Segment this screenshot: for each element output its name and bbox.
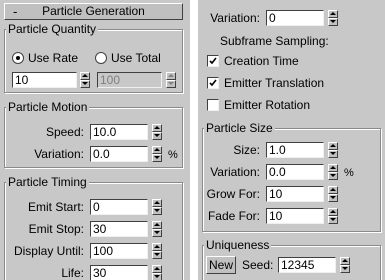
seed-spinner[interactable] xyxy=(340,257,350,273)
fade-for-spinner[interactable] xyxy=(328,208,338,224)
seed-label: Seed: xyxy=(242,258,274,272)
seed-input[interactable]: 12345 xyxy=(278,257,336,273)
spinner-down-icon[interactable] xyxy=(152,229,162,237)
motion-variation-unit: % xyxy=(168,149,178,161)
size-variation-unit: % xyxy=(344,167,354,179)
particle-generation-panel: - Particle Generation Particle Quantity … xyxy=(0,0,190,280)
life-input[interactable]: 30 xyxy=(90,265,148,280)
speed-input[interactable]: 10.0 xyxy=(90,124,148,140)
display-until-input[interactable]: 100 xyxy=(90,243,148,259)
spinner-up-icon[interactable] xyxy=(340,257,350,265)
spinner-up-icon[interactable] xyxy=(328,10,338,18)
spinner-up-icon[interactable] xyxy=(152,124,162,132)
timing-variation-spinner[interactable] xyxy=(328,10,338,26)
emitter-rotation-checkbox[interactable] xyxy=(207,99,219,111)
emitter-translation-label: Emitter Translation xyxy=(224,76,325,90)
life-spinner[interactable] xyxy=(152,265,162,280)
particle-timing-legend: Particle Timing xyxy=(6,175,89,189)
motion-variation-spinner[interactable] xyxy=(152,146,162,162)
use-total-label: Use Total xyxy=(111,51,161,65)
grow-for-input[interactable]: 10 xyxy=(266,186,324,202)
motion-variation-input[interactable]: 0.0 xyxy=(90,146,148,162)
spinner-up-icon[interactable] xyxy=(152,199,162,207)
particle-generation-panel-continued: Variation: 0 Subframe Sampling: Creation… xyxy=(198,0,385,280)
total-input[interactable]: 100 xyxy=(97,72,162,88)
new-seed-button[interactable]: New xyxy=(206,256,236,274)
display-until-spinner[interactable] xyxy=(152,243,162,259)
spinner-down-icon[interactable] xyxy=(152,154,162,162)
spinner-up-icon[interactable] xyxy=(328,208,338,216)
total-spinner[interactable] xyxy=(166,72,176,88)
speed-label: Speed: xyxy=(45,125,84,139)
display-until-label: Display Until: xyxy=(13,244,84,258)
creation-time-label: Creation Time xyxy=(224,54,299,68)
fade-for-label: Fade For: xyxy=(207,209,260,223)
size-variation-label: Variation: xyxy=(210,165,260,179)
use-total-radio[interactable] xyxy=(95,52,107,64)
emit-stop-input[interactable]: 30 xyxy=(90,221,148,237)
creation-time-checkbox[interactable] xyxy=(207,55,219,67)
emitter-translation-checkbox[interactable] xyxy=(207,77,219,89)
spinner-down-icon[interactable] xyxy=(328,172,338,180)
rollout-collapse-icon[interactable]: - xyxy=(13,4,17,19)
subframe-sampling-label: Subframe Sampling: xyxy=(220,34,329,48)
size-input[interactable]: 1.0 xyxy=(266,142,324,158)
timing-variation-input[interactable]: 0 xyxy=(266,10,324,26)
rollout-header-particle-generation[interactable]: - Particle Generation xyxy=(4,3,183,20)
emitter-rotation-label: Emitter Rotation xyxy=(224,98,311,112)
motion-variation-label: Variation: xyxy=(34,147,84,161)
size-spinner[interactable] xyxy=(328,142,338,158)
timing-variation-label: Variation: xyxy=(210,11,260,25)
life-label: Life: xyxy=(61,266,84,280)
emit-start-label: Emit Start: xyxy=(27,200,84,214)
spinner-down-icon[interactable] xyxy=(152,132,162,140)
spinner-up-icon[interactable] xyxy=(328,164,338,172)
emit-start-input[interactable]: 0 xyxy=(90,199,148,215)
spinner-down-icon[interactable] xyxy=(152,207,162,215)
spinner-up-icon[interactable] xyxy=(328,186,338,194)
spinner-up-icon[interactable] xyxy=(328,142,338,150)
spinner-down-icon[interactable] xyxy=(152,273,162,280)
emit-stop-label: Emit Stop: xyxy=(28,222,84,236)
speed-spinner[interactable] xyxy=(152,124,162,140)
use-rate-label: Use Rate xyxy=(28,51,79,65)
rate-spinner[interactable] xyxy=(80,72,90,88)
spinner-down-icon[interactable] xyxy=(328,216,338,224)
spinner-up-icon[interactable] xyxy=(152,265,162,273)
size-variation-spinner[interactable] xyxy=(328,164,338,180)
check-icon xyxy=(209,79,217,87)
spinner-up-icon[interactable] xyxy=(152,221,162,229)
spinner-down-icon[interactable] xyxy=(166,80,176,88)
particle-quantity-legend: Particle Quantity xyxy=(6,22,99,36)
emit-start-spinner[interactable] xyxy=(152,199,162,215)
size-label: Size: xyxy=(233,143,260,157)
spinner-down-icon[interactable] xyxy=(328,150,338,158)
grow-for-label: Grow For: xyxy=(206,187,260,201)
spinner-down-icon[interactable] xyxy=(152,251,162,259)
rollout-title: Particle Generation xyxy=(42,4,145,18)
emit-stop-spinner[interactable] xyxy=(152,221,162,237)
spinner-up-icon[interactable] xyxy=(166,72,176,80)
check-icon xyxy=(209,57,217,65)
spinner-up-icon[interactable] xyxy=(152,243,162,251)
spinner-down-icon[interactable] xyxy=(328,194,338,202)
use-rate-radio[interactable] xyxy=(12,52,24,64)
spinner-up-icon[interactable] xyxy=(80,72,90,80)
spinner-down-icon[interactable] xyxy=(80,80,90,88)
size-variation-input[interactable]: 0.0 xyxy=(266,164,324,180)
fade-for-input[interactable]: 10 xyxy=(266,208,324,224)
particle-size-legend: Particle Size xyxy=(204,121,275,135)
grow-for-spinner[interactable] xyxy=(328,186,338,202)
particle-motion-legend: Particle Motion xyxy=(6,100,90,114)
spinner-down-icon[interactable] xyxy=(328,18,338,26)
rate-input[interactable]: 10 xyxy=(12,72,77,88)
spinner-up-icon[interactable] xyxy=(152,146,162,154)
uniqueness-legend: Uniqueness xyxy=(204,238,272,252)
spinner-down-icon[interactable] xyxy=(340,265,350,273)
